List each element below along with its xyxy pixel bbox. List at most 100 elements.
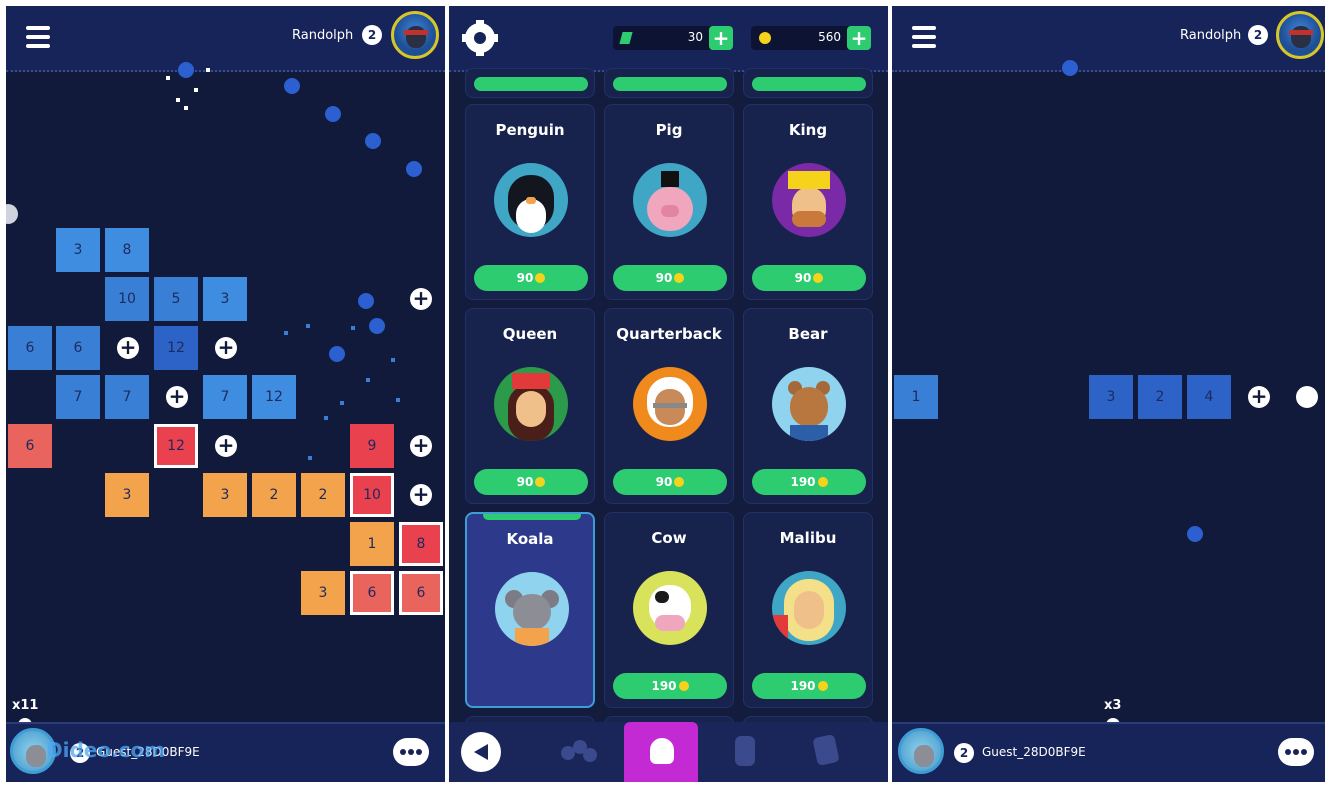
brick: 1 — [894, 375, 938, 419]
settings-gear-icon[interactable] — [462, 20, 498, 56]
particle — [366, 378, 370, 382]
brick: 8 — [399, 522, 443, 566]
price-button[interactable]: 90 — [613, 469, 727, 495]
plus-ball-pickup: + — [215, 337, 237, 359]
skin-card-partial[interactable] — [743, 68, 873, 98]
particle — [308, 456, 312, 460]
bottom-bar: 2 Guest_28D0BF9E — [892, 722, 1325, 782]
price-button[interactable]: 90 — [752, 265, 866, 291]
coins-value: 560 — [818, 30, 841, 44]
top-bar: Randolph 2 — [6, 6, 445, 72]
ball — [369, 318, 385, 334]
brick: 3 — [203, 473, 247, 517]
add-coins-button[interactable]: + — [847, 26, 871, 50]
price-button[interactable]: 190 — [752, 469, 866, 495]
brick: 2 — [301, 473, 345, 517]
guest-level-badge: 2 — [954, 743, 974, 763]
menu-icon[interactable] — [912, 26, 936, 48]
tab-balls[interactable] — [539, 722, 613, 782]
brick: 7 — [56, 375, 100, 419]
ball — [358, 293, 374, 309]
watermark-text: Dideo.com — [46, 738, 166, 762]
brick: 12 — [154, 326, 198, 370]
player-avatar[interactable] — [1276, 11, 1324, 59]
balls-icon — [583, 748, 597, 762]
coin-icon — [535, 273, 546, 283]
particle — [306, 324, 310, 328]
skin-card-pig[interactable]: Pig 90 — [604, 104, 734, 300]
cow-portrait — [633, 571, 707, 645]
coin-icon — [535, 477, 546, 487]
penguin-portrait — [494, 163, 568, 237]
skin-card-partial[interactable] — [604, 68, 734, 98]
tab-avatars[interactable] — [624, 722, 698, 782]
skin-card-quarterback[interactable]: Quarterback 90 — [604, 308, 734, 504]
avatar-ghost-icon — [650, 738, 674, 764]
brick: 10 — [105, 277, 149, 321]
particle — [340, 401, 344, 405]
particle — [396, 398, 400, 402]
ball — [1187, 526, 1203, 542]
brick: 6 — [8, 424, 52, 468]
skin-card-malibu[interactable]: Malibu 190 — [743, 512, 873, 708]
guest-avatar[interactable] — [898, 728, 944, 774]
price-button[interactable]: 190 — [752, 673, 866, 699]
price-button[interactable]: 90 — [474, 265, 588, 291]
coin-icon — [674, 273, 685, 283]
selected-badge — [483, 514, 581, 520]
coin-stack-icon — [735, 736, 755, 766]
gem-icon — [619, 32, 633, 44]
king-portrait — [772, 163, 846, 237]
chat-icon[interactable] — [393, 738, 429, 766]
price-button[interactable]: 90 — [474, 469, 588, 495]
tab-cards[interactable] — [789, 722, 863, 782]
ball — [325, 106, 341, 122]
chat-icon[interactable] — [1278, 738, 1314, 766]
brick: 2 — [252, 473, 296, 517]
coin-icon — [678, 681, 689, 691]
ball — [284, 78, 300, 94]
price-button[interactable]: 190 — [613, 673, 727, 699]
coin-icon — [817, 681, 828, 691]
skin-card-queen[interactable]: Queen 90 — [465, 308, 595, 504]
brick: 1 — [350, 522, 394, 566]
particle — [176, 98, 180, 102]
brick: 8 — [105, 228, 149, 272]
brick: 3 — [1089, 375, 1133, 419]
top-bar: Randolph 2 — [892, 6, 1325, 72]
skin-name: Koala — [506, 530, 554, 548]
skin-name: Quarterback — [616, 325, 722, 343]
coin-icon — [674, 477, 685, 487]
skin-name: King — [788, 121, 828, 139]
skin-card-partial[interactable] — [465, 68, 595, 98]
skin-name: Bear — [788, 325, 828, 343]
ball — [178, 62, 194, 78]
skin-card-cow[interactable]: Cow 190 — [604, 512, 734, 708]
particle — [206, 68, 210, 72]
particle — [351, 326, 355, 330]
skin-card-king[interactable]: King 90 — [743, 104, 873, 300]
skin-card-bear[interactable]: Bear 190 — [743, 308, 873, 504]
brick: 7 — [203, 375, 247, 419]
koala-portrait — [495, 572, 569, 646]
coin-icon — [813, 273, 824, 283]
game-board-left: Randolph 2 3 8 10 5 3 6 6 + 12 + 7 7 + 7… — [6, 6, 445, 782]
tab-coins[interactable] — [707, 722, 781, 782]
ball — [329, 346, 345, 362]
store-nav-bar — [449, 722, 888, 782]
plus-ball-pickup: + — [410, 484, 432, 506]
player-level-badge: 2 — [1248, 25, 1268, 45]
particle — [166, 76, 170, 80]
player-avatar[interactable] — [391, 11, 439, 59]
skin-card-koala-selected[interactable]: Koala — [465, 512, 595, 708]
skin-card-penguin[interactable]: Penguin 90 — [465, 104, 595, 300]
menu-icon[interactable] — [26, 26, 50, 48]
coins-counter: 560 + — [751, 26, 871, 50]
coin-icon — [759, 32, 771, 44]
ball-multiplier: x11 — [12, 698, 39, 713]
game-board-right: Randolph 2 1 3 2 4 + x3 2 Guest_28D0BF9E — [892, 6, 1325, 782]
back-arrow-icon[interactable] — [461, 732, 501, 772]
add-gems-button[interactable]: + — [709, 26, 733, 50]
price-button[interactable]: 90 — [613, 265, 727, 291]
quarterback-portrait — [633, 367, 707, 441]
